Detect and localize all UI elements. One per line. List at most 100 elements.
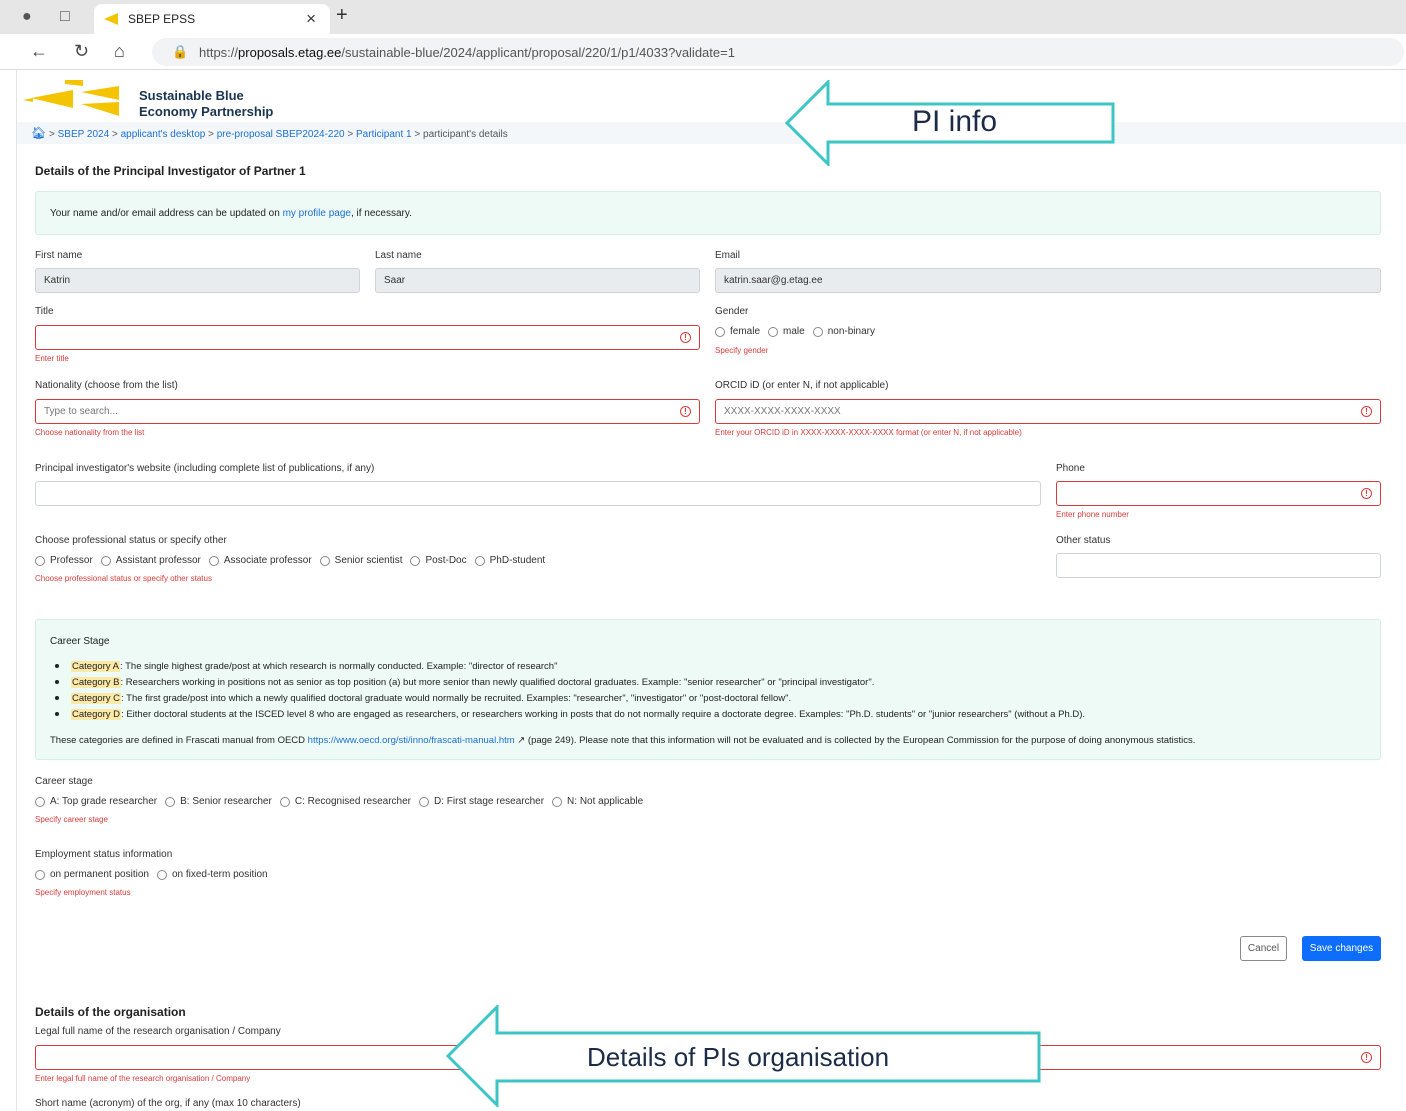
career-stage-label: Career stage bbox=[35, 776, 93, 787]
home-icon[interactable]: ⌂ bbox=[114, 41, 125, 62]
lock-icon: 🔒 bbox=[172, 44, 189, 59]
browser-tab-strip: ● □ SBEP EPSS × + bbox=[0, 0, 1406, 34]
logo-mark-icon bbox=[23, 80, 119, 116]
other-status-label: Other status bbox=[1056, 535, 1111, 546]
breadcrumb-proposal[interactable]: pre-proposal SBEP2024-220 bbox=[217, 129, 345, 140]
breadcrumb-desktop[interactable]: applicant's desktop bbox=[121, 129, 206, 140]
gender-female-radio[interactable]: female bbox=[715, 326, 760, 337]
employment-fixed-term-radio[interactable]: on fixed-term position bbox=[156, 869, 268, 880]
website-input[interactable] bbox=[35, 481, 1041, 506]
back-icon[interactable]: ← bbox=[30, 41, 48, 62]
career-c-radio[interactable]: C: Recognised researcher bbox=[279, 796, 411, 807]
email-field: katrin.saar@g.etag.ee bbox=[715, 268, 1381, 293]
close-tab-icon[interactable]: × bbox=[306, 9, 316, 29]
home-icon[interactable]: 🏠︎ bbox=[31, 126, 46, 140]
career-stage-error: Specify career stage bbox=[35, 815, 108, 824]
address-bar: ← ↻ ⌂ 🔒 https://proposals.etag.ee/sustai… bbox=[0, 34, 1406, 70]
phone-error: Enter phone number bbox=[1056, 510, 1129, 519]
first-name-label: First name bbox=[35, 250, 83, 261]
career-info-note: These categories are defined in Frascati… bbox=[50, 735, 1196, 746]
logo-line-2: Economy Partnership bbox=[139, 104, 274, 119]
career-b-radio[interactable]: B: Senior researcher bbox=[165, 796, 272, 807]
orcid-label: ORCID iD (or enter N, if not applicable) bbox=[715, 380, 889, 391]
category-d-item: Category D: Either doctoral students at … bbox=[55, 709, 1085, 720]
status-associate-professor-radio[interactable]: Associate professor bbox=[208, 555, 312, 566]
org-details-callout: Details of PIs organisation bbox=[445, 1005, 1042, 1107]
external-link-icon: ↗ bbox=[514, 735, 526, 746]
title-label: Title bbox=[35, 306, 54, 317]
nationality-input[interactable]: Type to search...! bbox=[35, 399, 700, 424]
error-icon: ! bbox=[1361, 488, 1372, 499]
career-d-radio[interactable]: D: First stage researcher bbox=[419, 796, 544, 807]
orcid-input[interactable]: XXXX-XXXX-XXXX-XXXX! bbox=[715, 399, 1381, 424]
phone-input[interactable]: ! bbox=[1056, 481, 1381, 506]
org-short-label: Short name (acronym) of the org, if any … bbox=[35, 1098, 301, 1109]
breadcrumb-participant[interactable]: Participant 1 bbox=[356, 129, 412, 140]
breadcrumb: 🏠︎ > SBEP 2024 > applicant's desktop > p… bbox=[17, 122, 1406, 144]
url-field[interactable]: 🔒 https://proposals.etag.ee/sustainable-… bbox=[152, 38, 1404, 66]
breadcrumb-current: participant's details bbox=[423, 129, 508, 140]
site-favicon-icon bbox=[104, 13, 118, 25]
career-info-box: Career Stage Category A: The single high… bbox=[35, 619, 1381, 760]
pi-info-callout-label: PI info bbox=[912, 105, 998, 138]
status-phd-student-radio[interactable]: PhD-student bbox=[474, 555, 545, 566]
profile-info-box: Your name and/or email address can be up… bbox=[35, 191, 1381, 235]
save-changes-button[interactable]: Save changes bbox=[1302, 936, 1381, 961]
status-label: Choose professional status or specify ot… bbox=[35, 535, 227, 546]
first-name-field: Katrin bbox=[35, 268, 360, 293]
url-text: https://proposals.etag.ee/sustainable-bl… bbox=[199, 45, 735, 60]
site-logo[interactable]: Sustainable Blue Economy Partnership bbox=[23, 76, 293, 120]
title-input[interactable]: ! bbox=[35, 325, 700, 350]
new-tab-icon[interactable]: + bbox=[336, 4, 348, 27]
employment-error: Specify employment status bbox=[35, 888, 131, 897]
website-label: Principal investigator's website (includ… bbox=[35, 463, 375, 474]
career-a-radio[interactable]: A: Top grade researcher bbox=[35, 796, 157, 807]
email-label: Email bbox=[715, 250, 741, 261]
phone-label: Phone bbox=[1056, 463, 1085, 474]
error-icon: ! bbox=[1361, 406, 1372, 417]
employment-permanent-radio[interactable]: on permanent position bbox=[35, 869, 149, 880]
gender-label: Gender bbox=[715, 306, 749, 317]
profile-page-link[interactable]: my profile page bbox=[283, 208, 351, 219]
status-error: Choose professional status or specify ot… bbox=[35, 574, 212, 583]
org-legal-error: Enter legal full name of the research or… bbox=[35, 1074, 251, 1083]
career-info-title: Career Stage bbox=[50, 636, 110, 647]
orcid-error: Enter your ORCID iD in XXXX-XXXX-XXXX-XX… bbox=[715, 428, 1022, 437]
status-senior-scientist-radio[interactable]: Senior scientist bbox=[319, 555, 402, 566]
frascati-manual-link[interactable]: https://www.oecd.org/sti/inno/frascati-m… bbox=[308, 735, 515, 746]
reload-icon[interactable]: ↻ bbox=[74, 41, 89, 62]
profile-icon[interactable]: ● bbox=[22, 8, 32, 26]
status-professor-radio[interactable]: Professor bbox=[35, 555, 93, 566]
gender-radio-group: female male non-binary bbox=[715, 326, 883, 337]
last-name-label: Last name bbox=[375, 250, 422, 261]
last-name-field: Saar bbox=[375, 268, 700, 293]
profile-info-text: Your name and/or email address can be up… bbox=[50, 208, 412, 219]
employment-radio-group: on permanent position on fixed-term posi… bbox=[35, 869, 276, 880]
career-stage-radio-group: A: Top grade researcher B: Senior resear… bbox=[35, 796, 651, 807]
gender-male-radio[interactable]: male bbox=[768, 326, 805, 337]
org-details-callout-label: Details of PIs organisation bbox=[587, 1042, 890, 1072]
page-content: Sustainable Blue Economy Partnership 🏠︎ … bbox=[16, 70, 1406, 1111]
status-assistant-professor-radio[interactable]: Assistant professor bbox=[100, 555, 201, 566]
browser-tab[interactable]: SBEP EPSS × bbox=[94, 4, 330, 34]
logo-line-1: Sustainable Blue bbox=[139, 88, 244, 103]
category-c-item: Category C: The first grade/post into wh… bbox=[55, 693, 791, 704]
nationality-error: Choose nationality from the list bbox=[35, 428, 145, 437]
employment-label: Employment status information bbox=[35, 849, 173, 860]
tab-title: SBEP EPSS bbox=[128, 12, 196, 26]
other-status-input[interactable] bbox=[1056, 553, 1381, 578]
nationality-label: Nationality (choose from the list) bbox=[35, 380, 178, 391]
cancel-button[interactable]: Cancel bbox=[1240, 936, 1287, 961]
career-n-radio[interactable]: N: Not applicable bbox=[552, 796, 643, 807]
pi-heading: Details of the Principal Investigator of… bbox=[35, 164, 306, 178]
pi-info-callout: PI info bbox=[784, 80, 1116, 166]
category-b-item: Category B: Researchers working in posit… bbox=[55, 677, 874, 688]
status-radio-group: Professor Assistant professor Associate … bbox=[35, 555, 553, 566]
tab-actions-icon[interactable]: □ bbox=[60, 8, 70, 26]
org-legal-label: Legal full name of the research organisa… bbox=[35, 1026, 281, 1037]
title-error: Enter title bbox=[35, 354, 69, 363]
org-heading: Details of the organisation bbox=[35, 1005, 186, 1019]
gender-nonbinary-radio[interactable]: non-binary bbox=[812, 326, 875, 337]
breadcrumb-sbep[interactable]: SBEP 2024 bbox=[58, 129, 110, 140]
status-postdoc-radio[interactable]: Post-Doc bbox=[410, 555, 467, 566]
